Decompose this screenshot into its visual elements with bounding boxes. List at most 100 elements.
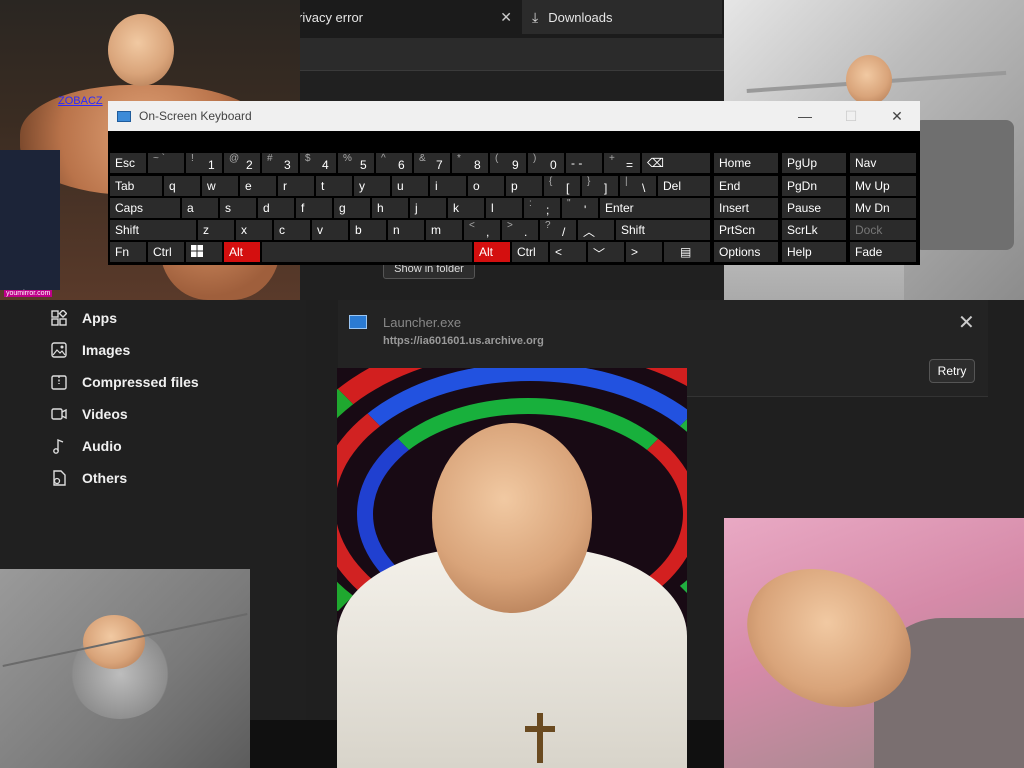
key-alt-left[interactable]: Alt: [224, 242, 260, 262]
tab-downloads[interactable]: ⤓ Downloads: [522, 0, 722, 34]
key-minus[interactable]: - -: [566, 153, 602, 173]
key-v[interactable]: v: [312, 220, 348, 240]
key-prtscn[interactable]: PrtScn: [714, 220, 778, 240]
key-z[interactable]: z: [198, 220, 234, 240]
key-tab[interactable]: Tab: [110, 176, 162, 196]
minimize-button[interactable]: —: [782, 108, 828, 124]
key-windows[interactable]: [186, 242, 222, 262]
key-fn[interactable]: Fn: [110, 242, 146, 262]
key-fade[interactable]: Fade: [850, 242, 916, 262]
key-x[interactable]: x: [236, 220, 272, 240]
key-open-bracket[interactable]: {[: [544, 176, 580, 196]
sidebar-item-apps[interactable]: Apps: [50, 304, 117, 332]
retry-button[interactable]: Retry: [929, 359, 975, 383]
key-del[interactable]: Del: [658, 176, 710, 196]
key-mvdn[interactable]: Mv Dn: [850, 198, 916, 218]
key-dock[interactable]: Dock: [850, 220, 916, 240]
key-2[interactable]: @2: [224, 153, 260, 173]
key-period[interactable]: >.: [502, 220, 538, 240]
key-5[interactable]: % 5: [338, 153, 374, 173]
key-t[interactable]: t: [316, 176, 352, 196]
key-enter[interactable]: Enter: [600, 198, 710, 218]
key-comma[interactable]: <,: [464, 220, 500, 240]
key-p[interactable]: p: [506, 176, 542, 196]
key-f[interactable]: f: [296, 198, 332, 218]
key-s[interactable]: s: [220, 198, 256, 218]
key-backspace[interactable]: ⌫: [642, 153, 710, 173]
key-q[interactable]: q: [164, 176, 200, 196]
key-mvup[interactable]: Mv Up: [850, 176, 916, 196]
key-arrow-right[interactable]: >: [626, 242, 662, 262]
key-equals[interactable]: + =: [604, 153, 640, 173]
key-backtick[interactable]: ~ `: [148, 153, 184, 173]
close-button[interactable]: ✕: [874, 108, 920, 125]
key-pgup[interactable]: PgUp: [782, 153, 846, 173]
key-options[interactable]: Options: [714, 242, 778, 262]
key-0[interactable]: ) 0: [528, 153, 564, 173]
key-close-bracket[interactable]: }]: [582, 176, 618, 196]
key-semicolon[interactable]: :;: [524, 198, 560, 218]
key-shift-left[interactable]: Shift: [110, 220, 196, 240]
key-n[interactable]: n: [388, 220, 424, 240]
key-u[interactable]: u: [392, 176, 428, 196]
key-arrow-left[interactable]: <: [550, 242, 586, 262]
key-w[interactable]: w: [202, 176, 238, 196]
key-4[interactable]: $4: [300, 153, 336, 173]
sidebar-item-others[interactable]: Others: [50, 464, 127, 492]
address-bar[interactable]: [300, 38, 724, 71]
key-help[interactable]: Help: [782, 242, 846, 262]
key-7[interactable]: & 7: [414, 153, 450, 173]
key-g[interactable]: g: [334, 198, 370, 218]
key-end[interactable]: End: [714, 176, 778, 196]
key-slash[interactable]: ? /: [540, 220, 576, 240]
key-insert[interactable]: Insert: [714, 198, 778, 218]
key-caps[interactable]: Caps: [110, 198, 180, 218]
key-8[interactable]: * 8: [452, 153, 488, 173]
key-6[interactable]: ^ 6: [376, 153, 412, 173]
sidebar-item-videos[interactable]: Videos: [50, 400, 128, 428]
key-d[interactable]: d: [258, 198, 294, 218]
key-3[interactable]: #3: [262, 153, 298, 173]
key-arrow-up[interactable]: ︿: [578, 220, 614, 240]
key-b[interactable]: b: [350, 220, 386, 240]
key-i[interactable]: i: [430, 176, 466, 196]
key-arrow-down[interactable]: ﹀: [588, 242, 624, 262]
key-home[interactable]: Home: [714, 153, 778, 173]
key-c[interactable]: c: [274, 220, 310, 240]
sidebar-item-compressed-files[interactable]: Compressed files: [50, 368, 199, 396]
key-ctrl-right[interactable]: Ctrl: [512, 242, 548, 262]
key-alt-right[interactable]: Alt: [474, 242, 510, 262]
key-l[interactable]: l: [486, 198, 522, 218]
key-ctrl-left[interactable]: Ctrl: [148, 242, 184, 262]
key-1[interactable]: ! 1: [186, 153, 222, 173]
tab-privacy-error[interactable]: rivacy error ✕: [290, 0, 520, 34]
key-o[interactable]: o: [468, 176, 504, 196]
key-scrlk[interactable]: ScrLk: [782, 220, 846, 240]
key-r[interactable]: r: [278, 176, 314, 196]
sidebar-item-audio[interactable]: Audio: [50, 432, 122, 460]
key-backslash[interactable]: | \: [620, 176, 656, 196]
key-menu[interactable]: ▤: [664, 242, 710, 262]
key-e[interactable]: e: [240, 176, 276, 196]
download-file-name[interactable]: Launcher.exe: [383, 315, 461, 330]
key-a[interactable]: a: [182, 198, 218, 218]
close-icon[interactable]: ✕: [958, 310, 975, 335]
key-nav[interactable]: Nav: [850, 153, 916, 173]
key-esc[interactable]: Esc: [110, 153, 146, 173]
key-space[interactable]: [262, 242, 472, 262]
key-h[interactable]: h: [372, 198, 408, 218]
key-9[interactable]: (9: [490, 153, 526, 173]
video-icon: [50, 405, 68, 423]
key-quote[interactable]: " ': [562, 198, 598, 218]
key-k[interactable]: k: [448, 198, 484, 218]
sidebar-item-images[interactable]: Images: [50, 336, 130, 364]
key-pgdn[interactable]: PgDn: [782, 176, 846, 196]
key-shift-right[interactable]: Shift: [616, 220, 710, 240]
key-j[interactable]: j: [410, 198, 446, 218]
key-y[interactable]: y: [354, 176, 390, 196]
overlay-link[interactable]: ZOBACZ: [58, 95, 103, 107]
maximize-button[interactable]: ☐: [828, 108, 874, 125]
close-icon[interactable]: ✕: [500, 9, 512, 26]
key-m[interactable]: m: [426, 220, 462, 240]
key-pause[interactable]: Pause: [782, 198, 846, 218]
